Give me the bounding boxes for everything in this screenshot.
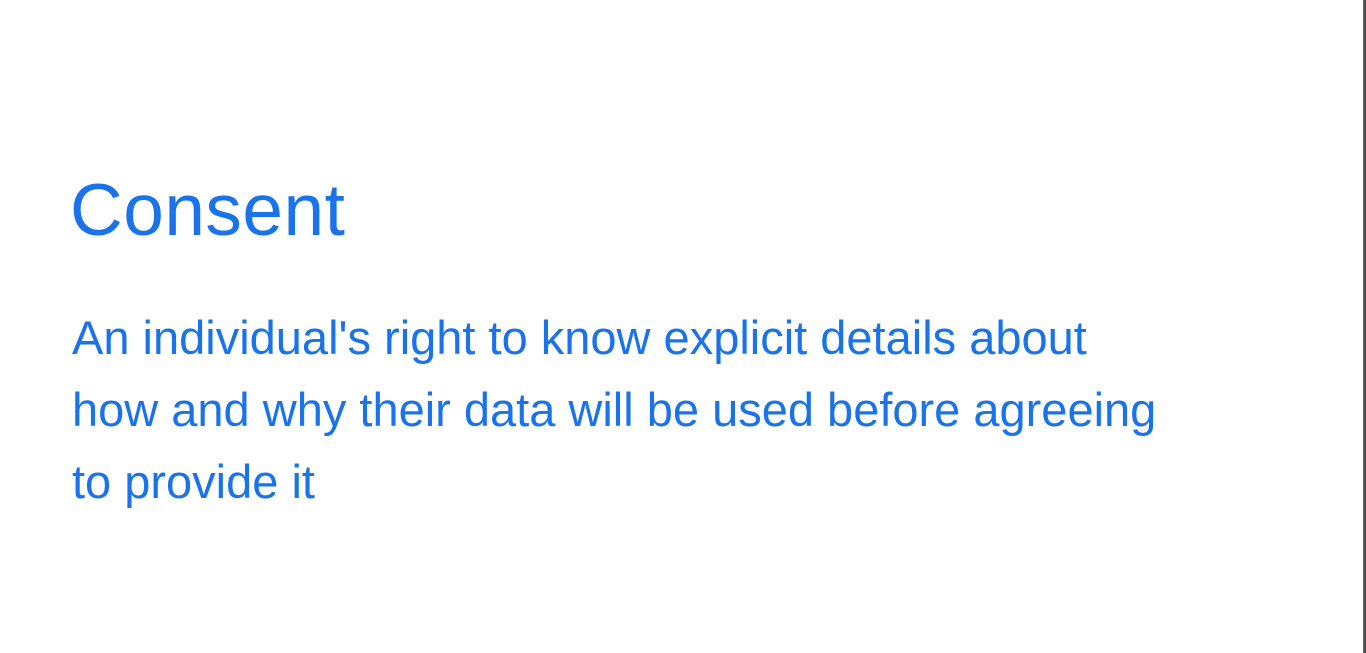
definition-text: An individual's right to know explicit d… bbox=[72, 302, 1342, 518]
slide: Consent An individual's right to know ex… bbox=[0, 0, 1366, 653]
definition-line-3: to provide it bbox=[72, 455, 315, 508]
definition-line-1: An individual's right to know explicit d… bbox=[72, 311, 1087, 364]
definition-line-2: how and why their data will be used befo… bbox=[72, 383, 1157, 436]
slide-title: Consent bbox=[70, 170, 346, 251]
